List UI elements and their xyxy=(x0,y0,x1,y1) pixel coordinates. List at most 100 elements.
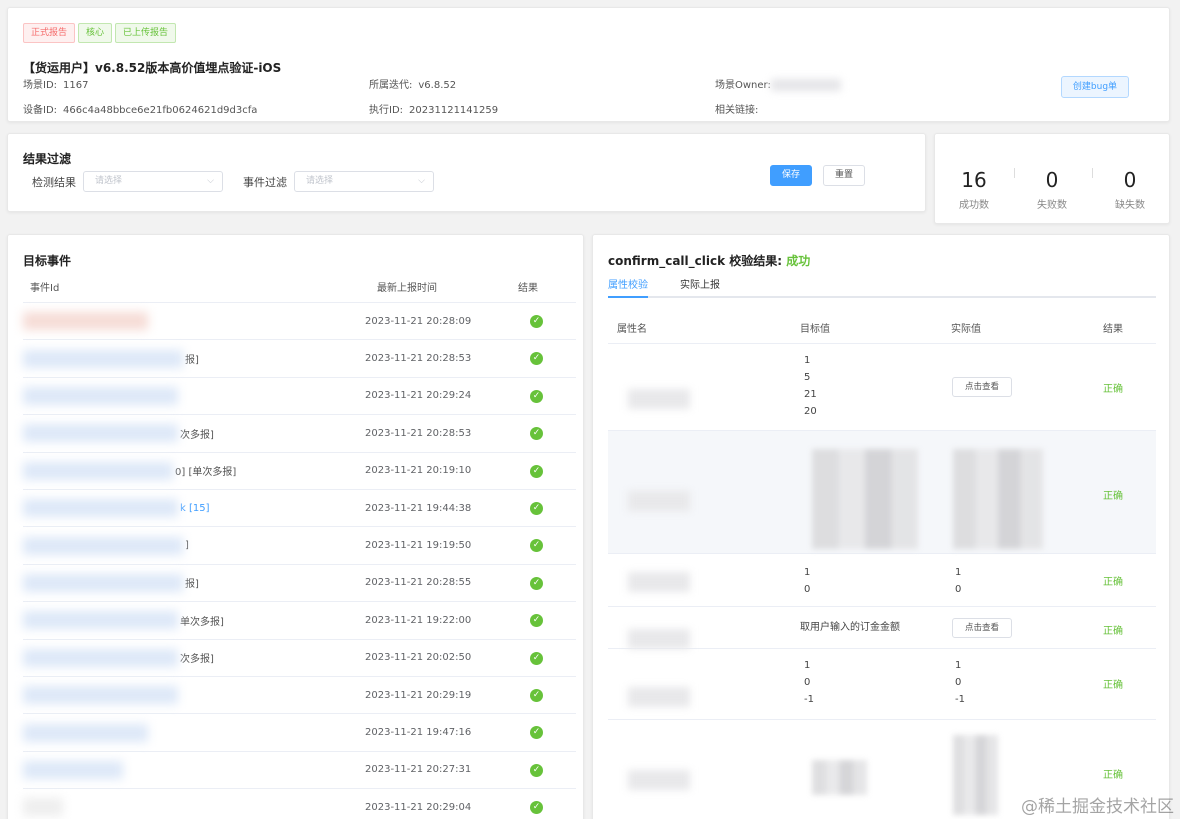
table-row[interactable]: k [15] 2023-11-21 19:44:38 ✓ xyxy=(23,490,576,528)
event-id-redacted xyxy=(23,461,173,480)
target-value-redacted xyxy=(812,449,918,549)
attr-name-redacted xyxy=(628,629,690,649)
exec-id: 执行ID: 20231121141259 xyxy=(369,105,499,116)
attr-name-redacted xyxy=(628,491,690,511)
success-check-icon: ✓ xyxy=(530,464,543,478)
event-time: 2023-11-21 20:28:09 xyxy=(365,315,472,327)
table-row[interactable]: 2023-11-21 20:29:19 ✓ xyxy=(23,677,576,715)
col-event-id: 事件Id xyxy=(30,283,60,294)
event-id-redacted xyxy=(23,798,63,817)
result-value: 成功 xyxy=(786,254,811,268)
tab-bar: 属性校验 实际上报 xyxy=(608,273,1156,298)
table-row[interactable]: 次多报] 2023-11-21 20:28:53 ✓ xyxy=(23,415,576,453)
tab-actual-report[interactable]: 实际上报 xyxy=(680,276,720,298)
target-value: 1 0 -1 xyxy=(804,660,814,705)
tag-core: 核心 xyxy=(78,23,113,43)
fail-label: 失败数 xyxy=(1037,200,1067,211)
view-button[interactable]: 点击查看 xyxy=(952,377,1012,397)
actual-value: 1 0 xyxy=(955,567,962,595)
owner-value-redacted xyxy=(770,79,841,91)
event-id-redacted xyxy=(23,536,183,555)
event-time: 2023-11-21 20:02:50 xyxy=(365,652,472,664)
event-time: 2023-11-21 20:28:55 xyxy=(365,577,472,589)
col-actual-value: 实际值 xyxy=(951,324,981,335)
success-check-icon: ✓ xyxy=(530,315,543,328)
attr-name-redacted xyxy=(628,687,690,707)
missing-label: 缺失数 xyxy=(1115,200,1145,211)
reset-button[interactable]: 重置 xyxy=(823,165,865,186)
scene-id: 场景ID: 1167 xyxy=(23,80,89,91)
detect-result-select[interactable]: 请选择 ⌵ xyxy=(83,171,223,192)
attr-row: 正确 xyxy=(608,431,1156,554)
table-row[interactable]: 次多报] 2023-11-21 20:02:50 ✓ xyxy=(23,640,576,677)
table-row[interactable]: 报] 2023-11-21 20:28:53 ✓ xyxy=(23,340,576,378)
result-correct: 正确 xyxy=(1103,384,1123,395)
create-bug-button[interactable]: 创建bug单 xyxy=(1061,76,1129,98)
success-check-icon: ✓ xyxy=(530,651,543,665)
iteration: 所属迭代: v6.8.52 xyxy=(369,80,457,91)
table-row[interactable]: 2023-11-21 20:27:31 ✓ xyxy=(23,752,576,790)
table-row[interactable]: 2023-11-21 20:29:24 ✓ xyxy=(23,378,576,416)
chevron-down-icon: ⌵ xyxy=(418,176,425,186)
event-name: confirm_call_click xyxy=(608,254,726,268)
table-row[interactable]: 2023-11-21 20:29:04 ✓ xyxy=(23,789,576,819)
table-row[interactable]: 0] [单次多报] 2023-11-21 20:19:10 ✓ xyxy=(23,453,576,490)
event-id-redacted xyxy=(23,424,178,443)
actual-value-redacted xyxy=(953,735,998,815)
attr-row: 1 0 -1 1 0 -1 正确 xyxy=(608,649,1156,720)
event-id-redacted xyxy=(23,499,178,518)
result-correct: 正确 xyxy=(1103,770,1123,781)
result-filter-card: 结果过滤 检测结果 请选择 ⌵ 事件过滤 请选择 ⌵ 保存 重置 xyxy=(7,133,926,212)
target-value: 1 0 xyxy=(804,567,811,595)
col-latest-time: 最新上报时间 xyxy=(377,283,437,294)
col-result: 结果 xyxy=(1103,324,1123,335)
result-text: 校验结果: xyxy=(729,254,783,268)
success-check-icon: ✓ xyxy=(530,502,543,515)
report-header-card: 正式报告 核心 已上传报告 【货运用户】v6.8.52版本高价值埋点验证-iOS… xyxy=(7,7,1170,122)
event-time: 2023-11-21 20:19:10 xyxy=(365,465,472,477)
success-label: 成功数 xyxy=(959,200,989,211)
event-time: 2023-11-21 19:22:00 xyxy=(365,614,472,626)
stat-fail: 0 失败数 xyxy=(1022,168,1082,211)
success-check-icon: ✓ xyxy=(530,352,543,366)
table-row[interactable]: 报] 2023-11-21 20:28:55 ✓ xyxy=(23,565,576,603)
detail-title: confirm_call_click 校验结果: 成功 xyxy=(608,252,810,269)
chevron-down-icon: ⌵ xyxy=(207,176,214,186)
tab-attribute-validation[interactable]: 属性校验 xyxy=(608,276,648,298)
fail-count: 0 xyxy=(1045,168,1059,192)
event-time: 2023-11-21 19:19:50 xyxy=(365,540,472,552)
event-id-text: 报] xyxy=(185,355,199,367)
success-check-icon: ✓ xyxy=(530,614,543,628)
table-row[interactable]: 单次多报] 2023-11-21 19:22:00 ✓ xyxy=(23,602,576,640)
success-check-icon: ✓ xyxy=(530,689,543,702)
table-row[interactable]: ] 2023-11-21 19:19:50 ✓ xyxy=(23,527,576,565)
filter-title: 结果过滤 xyxy=(23,152,72,166)
event-id-text: 单次多报] xyxy=(180,616,224,628)
watermark: @稀土掘金技术社区 xyxy=(1021,797,1174,817)
table-row[interactable]: 2023-11-21 20:28:09 ✓ xyxy=(23,303,576,341)
detect-result-label: 检测结果 xyxy=(32,176,76,189)
view-button[interactable]: 点击查看 xyxy=(952,618,1012,638)
event-filter-select[interactable]: 请选择 ⌵ xyxy=(294,171,434,192)
divider xyxy=(1014,168,1015,178)
stat-missing: 0 缺失数 xyxy=(1100,168,1160,211)
target-events-card: 目标事件 事件Id 最新上报时间 结果 2023-11-21 20:28:09 … xyxy=(7,234,584,819)
event-id-redacted xyxy=(23,349,183,368)
target-value: 取用户输入的订金金额 xyxy=(800,622,900,633)
result-correct: 正确 xyxy=(1103,491,1123,502)
stat-success: 16 成功数 xyxy=(944,168,1004,211)
attr-name-redacted xyxy=(628,770,690,790)
event-id-redacted xyxy=(23,386,178,405)
success-check-icon: ✓ xyxy=(530,763,543,777)
success-check-icon: ✓ xyxy=(530,539,543,553)
attr-row: 取用户输入的订金金额 点击查看 正确 xyxy=(608,607,1156,649)
scene-owner: 场景Owner: xyxy=(715,76,841,91)
event-time: 2023-11-21 19:47:16 xyxy=(365,727,472,739)
tag-list: 正式报告 核心 已上传报告 xyxy=(23,23,177,43)
event-time: 2023-11-21 20:28:53 xyxy=(365,353,472,365)
table-row[interactable]: 2023-11-21 19:47:16 ✓ xyxy=(23,714,576,752)
col-attr-name: 属性名 xyxy=(617,324,647,335)
event-id-redacted xyxy=(23,312,148,331)
event-id-text: 0] [单次多报] xyxy=(175,467,237,479)
save-button[interactable]: 保存 xyxy=(770,165,812,186)
